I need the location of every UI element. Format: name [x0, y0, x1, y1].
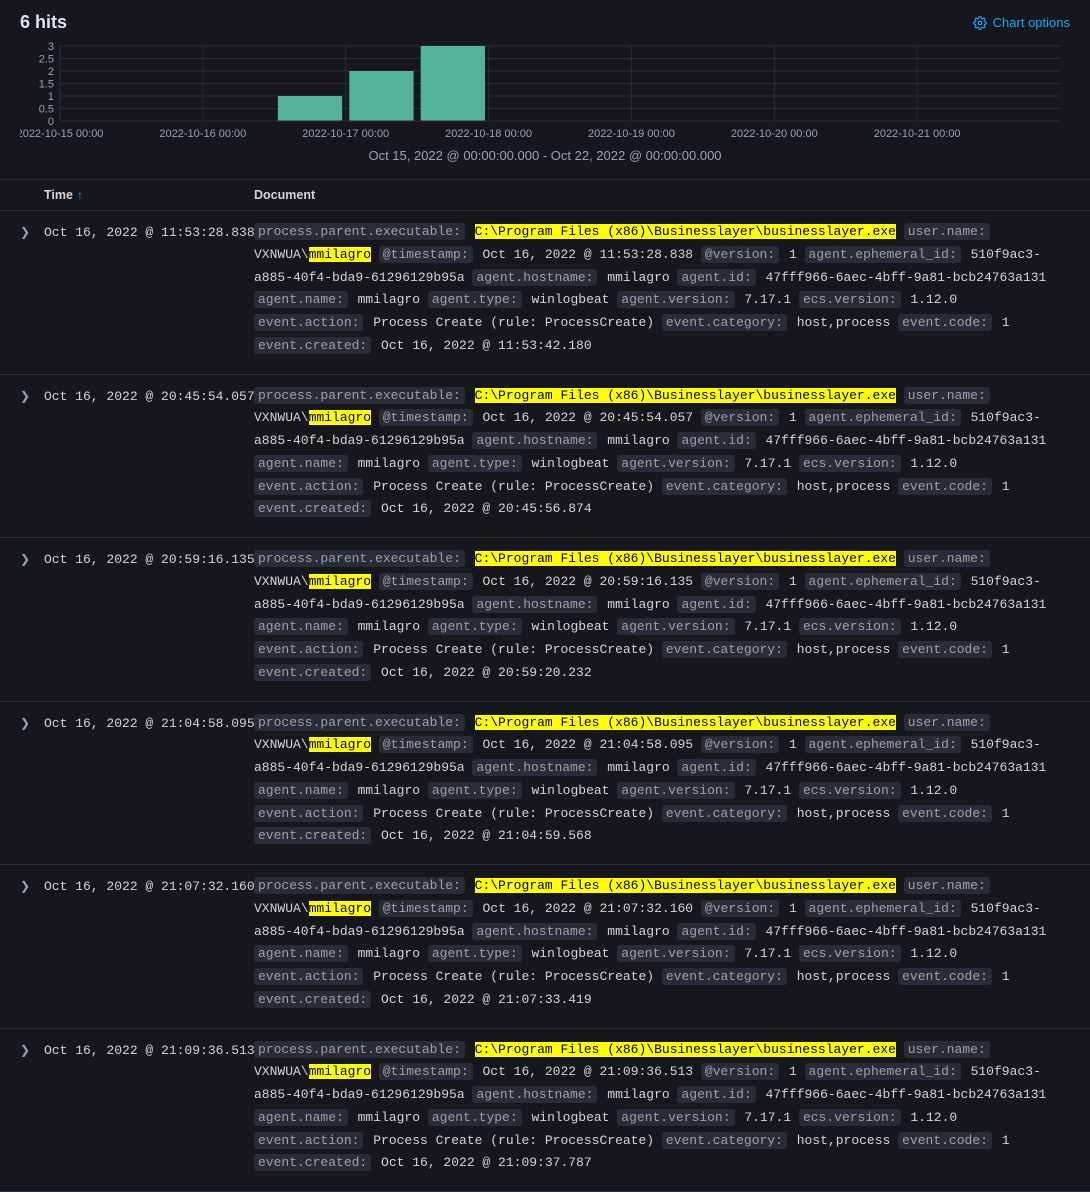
document-cell: process.parent.executable: C:\Program Fi… [254, 1039, 1070, 1176]
table-row: ❯Oct 16, 2022 @ 21:09:36.513process.pare… [0, 1029, 1090, 1192]
time-cell: Oct 16, 2022 @ 11:53:28.838 [44, 221, 254, 240]
time-cell: Oct 16, 2022 @ 20:59:16.135 [44, 548, 254, 567]
column-time[interactable]: Time↑ [44, 188, 254, 202]
expand-row-icon[interactable]: ❯ [20, 712, 44, 730]
svg-text:2022-10-15 00:00: 2022-10-15 00:00 [20, 128, 103, 140]
svg-text:1: 1 [48, 91, 54, 103]
time-cell: Oct 16, 2022 @ 21:07:32.160 [44, 875, 254, 894]
sort-asc-icon: ↑ [77, 188, 83, 202]
svg-text:2022-10-18 00:00: 2022-10-18 00:00 [445, 128, 532, 140]
expand-row-icon[interactable]: ❯ [20, 875, 44, 893]
table-row: ❯Oct 16, 2022 @ 21:07:32.160process.pare… [0, 865, 1090, 1029]
hits-count: 6 hits [20, 12, 67, 33]
expand-row-icon[interactable]: ❯ [20, 1039, 44, 1057]
column-document[interactable]: Document [254, 188, 1070, 202]
svg-text:2: 2 [48, 66, 54, 78]
table-row: ❯Oct 16, 2022 @ 20:59:16.135process.pare… [0, 538, 1090, 702]
document-cell: process.parent.executable: C:\Program Fi… [254, 548, 1070, 685]
table-header: Time↑ Document [0, 180, 1090, 211]
svg-text:0.5: 0.5 [39, 104, 54, 116]
document-cell: process.parent.executable: C:\Program Fi… [254, 221, 1070, 358]
document-cell: process.parent.executable: C:\Program Fi… [254, 875, 1070, 1012]
expand-row-icon[interactable]: ❯ [20, 221, 44, 239]
expand-row-icon[interactable]: ❯ [20, 548, 44, 566]
svg-text:2022-10-21 00:00: 2022-10-21 00:00 [874, 128, 961, 140]
histogram-chart[interactable]: 00.511.522.53 2022-10-15 00:00 2022-10-16 … [0, 41, 1090, 180]
svg-text:2.5: 2.5 [39, 54, 54, 66]
time-cell: Oct 16, 2022 @ 21:04:58.095 [44, 712, 254, 731]
gear-icon [973, 16, 987, 30]
svg-text:1.5: 1.5 [39, 79, 54, 91]
chart-range-label: Oct 15, 2022 @ 00:00:00.000 - Oct 22, 20… [20, 144, 1070, 173]
table-row: ❯Oct 16, 2022 @ 11:53:28.838process.pare… [0, 211, 1090, 375]
svg-text:2022-10-17 00:00: 2022-10-17 00:00 [302, 128, 389, 140]
chart-options-label: Chart options [993, 15, 1070, 30]
svg-text:2022-10-20 00:00: 2022-10-20 00:00 [731, 128, 818, 140]
svg-text:2022-10-19 00:00: 2022-10-19 00:00 [588, 128, 675, 140]
table-row: ❯Oct 16, 2022 @ 21:04:58.095process.pare… [0, 702, 1090, 866]
expand-row-icon[interactable]: ❯ [20, 385, 44, 403]
document-cell: process.parent.executable: C:\Program Fi… [254, 385, 1070, 522]
chart-options-button[interactable]: Chart options [973, 15, 1070, 30]
time-cell: Oct 16, 2022 @ 20:45:54.057 [44, 385, 254, 404]
svg-text:2022-10-16 00:00: 2022-10-16 00:00 [159, 128, 246, 140]
svg-text:3: 3 [48, 41, 54, 53]
table-row: ❯Oct 16, 2022 @ 20:45:54.057process.pare… [0, 375, 1090, 539]
document-cell: process.parent.executable: C:\Program Fi… [254, 712, 1070, 849]
time-cell: Oct 16, 2022 @ 21:09:36.513 [44, 1039, 254, 1058]
svg-text:0: 0 [48, 116, 54, 128]
